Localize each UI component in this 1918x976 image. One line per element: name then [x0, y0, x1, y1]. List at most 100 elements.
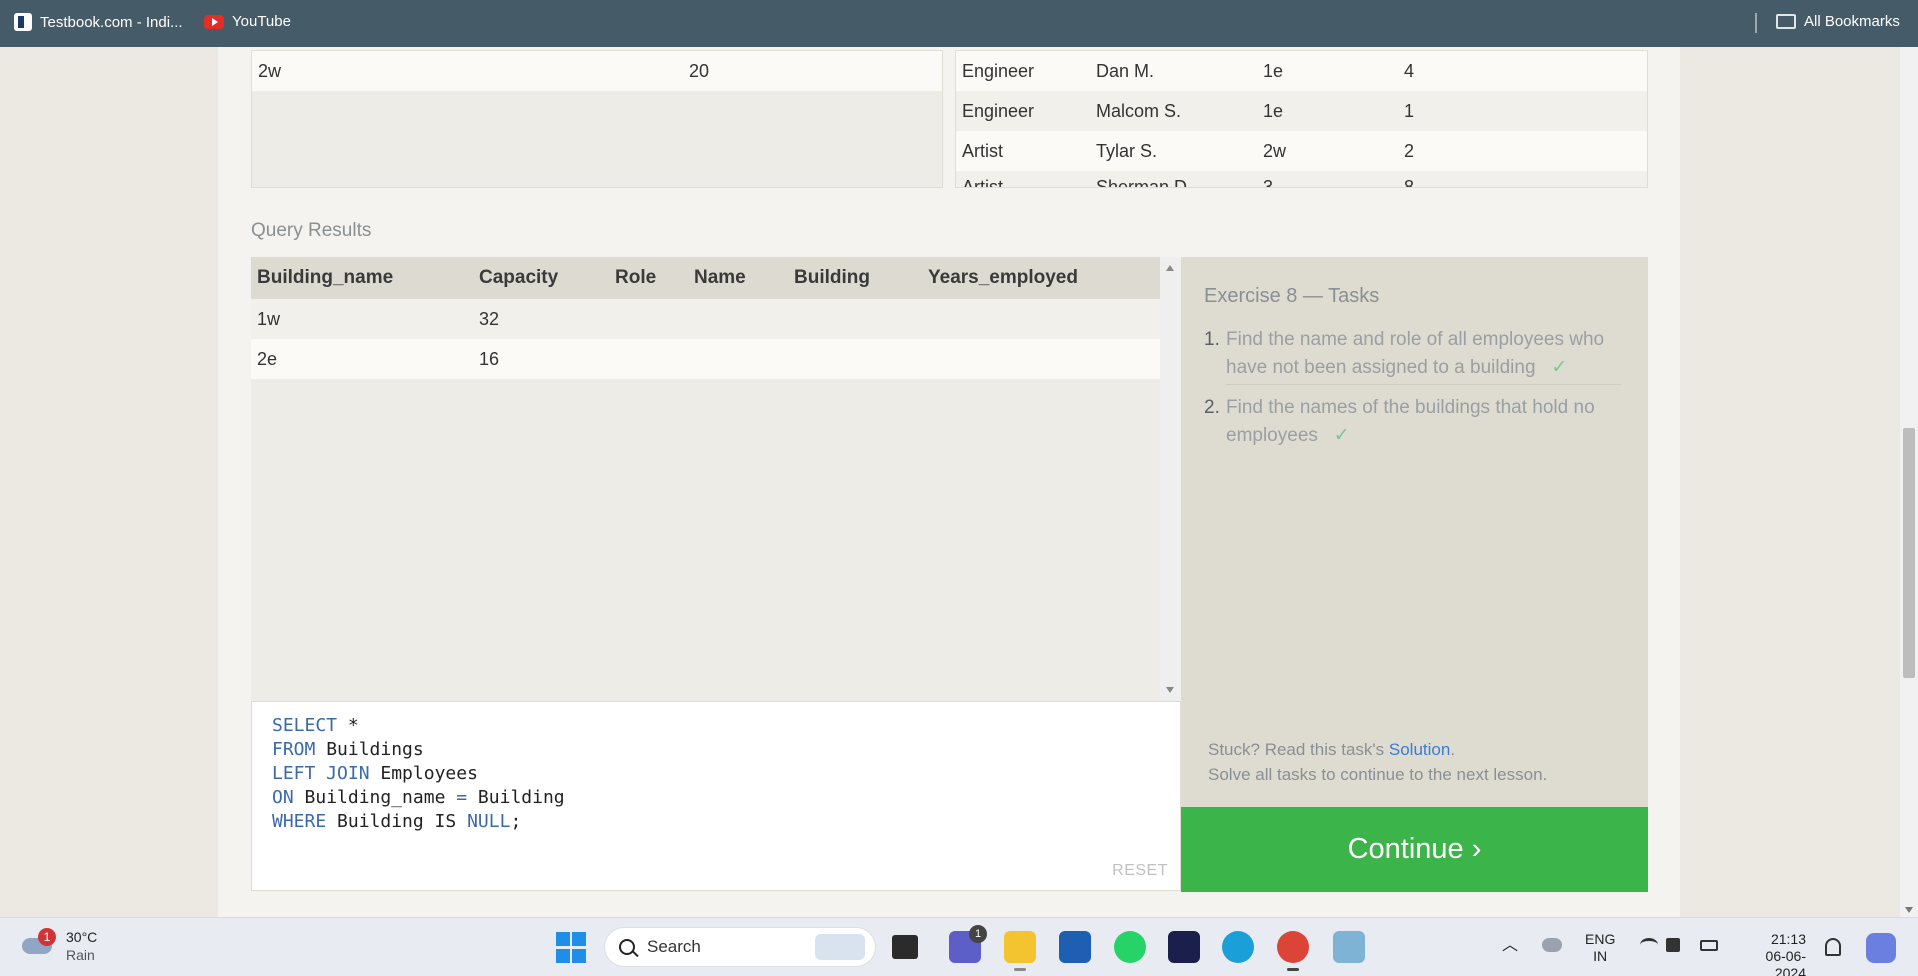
- table-row: 1w 32: [251, 299, 1160, 339]
- code-line: ON Building_name = Building: [272, 786, 1180, 810]
- task-number: 1.: [1204, 329, 1220, 350]
- bookmark-youtube[interactable]: YouTube: [204, 13, 291, 30]
- volume-icon[interactable]: [1666, 938, 1680, 952]
- table-cell: 3: [1263, 177, 1274, 188]
- table-cell: 1e: [1263, 100, 1284, 121]
- code-line: SELECT *: [272, 714, 1180, 738]
- scroll-down-icon[interactable]: [1905, 907, 1913, 913]
- results-scrollbar[interactable]: [1160, 257, 1181, 701]
- sql-text: *: [337, 715, 359, 736]
- employees-table: Engineer Dan M. 1e 4 Engineer Malcom S. …: [955, 50, 1648, 188]
- stuck-prefix: Stuck? Read this task's: [1208, 740, 1389, 759]
- column-header: Building_name: [257, 267, 394, 288]
- teams-icon[interactable]: 1: [949, 925, 987, 963]
- table-row: Engineer Dan M. 1e 4: [956, 51, 1647, 91]
- scroll-down-icon[interactable]: [1166, 687, 1174, 693]
- code-line: WHERE Building IS NULL;: [272, 810, 1180, 834]
- query-results-label: Query Results: [251, 220, 372, 241]
- snipping-tool-icon[interactable]: [1333, 931, 1365, 963]
- rain-cloud-icon: 1: [22, 928, 56, 960]
- edge-icon[interactable]: [1222, 931, 1254, 963]
- clock-time: 21:13: [1770, 931, 1806, 947]
- table-cell: Artist: [962, 140, 1004, 161]
- onedrive-icon[interactable]: [1542, 938, 1562, 952]
- file-explorer-icon[interactable]: [1004, 931, 1036, 971]
- weather-widget[interactable]: 1 30°C Rain: [22, 928, 97, 964]
- taskbar: 1 30°C Rain Search 1 ︿ ENG IN 21:13 06-0…: [0, 917, 1918, 976]
- weather-text: 30°C Rain: [66, 928, 97, 964]
- microsoft-store-icon[interactable]: [1059, 931, 1091, 963]
- battery-icon[interactable]: [1700, 940, 1718, 951]
- tasks-panel: Exercise 8 — Tasks 1. Find the name and …: [1181, 257, 1648, 807]
- dh-app-icon[interactable]: [1168, 931, 1200, 963]
- stuck-suffix: .: [1450, 740, 1456, 759]
- table-row: 2w 20: [252, 51, 942, 91]
- sql-keyword: LEFT JOIN: [272, 763, 370, 784]
- search-placeholder: Search: [647, 937, 701, 956]
- continue-button[interactable]: Continue ›: [1181, 807, 1648, 892]
- table-cell: Engineer: [962, 60, 1035, 81]
- sql-text: Building_name: [293, 787, 457, 808]
- reset-button[interactable]: RESET: [1112, 862, 1168, 880]
- youtube-icon: [204, 14, 224, 29]
- tasks-title: Exercise 8 — Tasks: [1204, 285, 1380, 307]
- table-cell: 2: [1404, 140, 1415, 161]
- buildings-table: 2w 20: [251, 50, 943, 188]
- teams-badge: 1: [969, 925, 987, 943]
- folder-icon: [1776, 14, 1796, 29]
- sql-keyword: ON: [272, 787, 294, 808]
- table-row: 2e 16: [251, 339, 1160, 379]
- table-cell: 2e: [257, 348, 278, 369]
- clock-date: 06-06-2024: [1765, 948, 1806, 976]
- task-item: 2. Find the names of the buildings that …: [1204, 394, 1624, 450]
- task-text: Find the name and role of all employees …: [1226, 326, 1624, 382]
- sql-text: ;: [510, 811, 522, 832]
- page-scrollbar[interactable]: [1900, 47, 1918, 917]
- table-cell: 2w: [1263, 140, 1287, 161]
- code-line: FROM Buildings: [272, 738, 1180, 762]
- table-cell: 16: [479, 348, 500, 369]
- all-bookmarks-button[interactable]: All Bookmarks: [1776, 13, 1900, 30]
- wifi-icon[interactable]: [1640, 938, 1658, 952]
- continue-hint: Solve all tasks to continue to the next …: [1208, 765, 1548, 784]
- bookmarks-bar: Testbook.com - Indi... YouTube All Bookm…: [0, 0, 1918, 47]
- table-cell: Engineer: [962, 100, 1035, 121]
- sql-keyword: NULL: [467, 811, 511, 832]
- column-header: Role: [615, 267, 657, 288]
- bookmark-testbook[interactable]: Testbook.com - Indi...: [14, 13, 183, 31]
- table-cell: 2w: [258, 60, 282, 81]
- table-cell: Sherman D.: [1096, 177, 1193, 188]
- code-lines: SELECT * FROM Buildings LEFT JOIN Employee…: [272, 714, 1180, 834]
- copilot-icon[interactable]: [1866, 933, 1896, 963]
- task-view-icon[interactable]: [892, 935, 918, 959]
- task-item: 1. Find the name and role of all employe…: [1204, 326, 1624, 382]
- language-indicator[interactable]: ENG IN: [1585, 931, 1615, 965]
- solution-link[interactable]: Solution: [1389, 740, 1450, 759]
- notification-bell-icon[interactable]: [1825, 938, 1841, 956]
- column-header: Name: [694, 267, 746, 288]
- task-number: 2.: [1204, 397, 1220, 418]
- column-header: Building: [794, 267, 870, 288]
- scroll-up-icon[interactable]: [1166, 265, 1174, 271]
- all-bookmarks-label: All Bookmarks: [1804, 13, 1900, 30]
- table-cell: 8: [1404, 177, 1415, 188]
- task-text: Find the names of the buildings that hol…: [1226, 394, 1624, 450]
- scrollbar-thumb[interactable]: [1903, 428, 1915, 678]
- whatsapp-icon[interactable]: [1114, 931, 1146, 963]
- task-divider: [1226, 384, 1621, 385]
- sql-keyword: FROM: [272, 739, 316, 760]
- windows-start-icon[interactable]: [556, 932, 588, 964]
- table-cell: Tylar S.: [1096, 140, 1158, 161]
- task-description: Find the names of the buildings that hol…: [1226, 397, 1595, 446]
- taskbar-search[interactable]: Search: [604, 927, 876, 967]
- table-cell: 32: [479, 308, 500, 329]
- table-cell: 1: [1404, 100, 1415, 121]
- sql-keyword: SELECT: [272, 715, 338, 736]
- lang-top: ENG: [1585, 931, 1616, 947]
- clock[interactable]: 21:13 06-06-2024: [1736, 931, 1806, 976]
- search-icon: [619, 939, 635, 955]
- chrome-icon[interactable]: [1277, 931, 1309, 971]
- sql-editor[interactable]: SELECT * FROM Buildings LEFT JOIN Employee…: [251, 701, 1181, 891]
- chevron-up-icon[interactable]: ︿: [1502, 937, 1518, 954]
- table-cell: Malcom S.: [1096, 100, 1182, 121]
